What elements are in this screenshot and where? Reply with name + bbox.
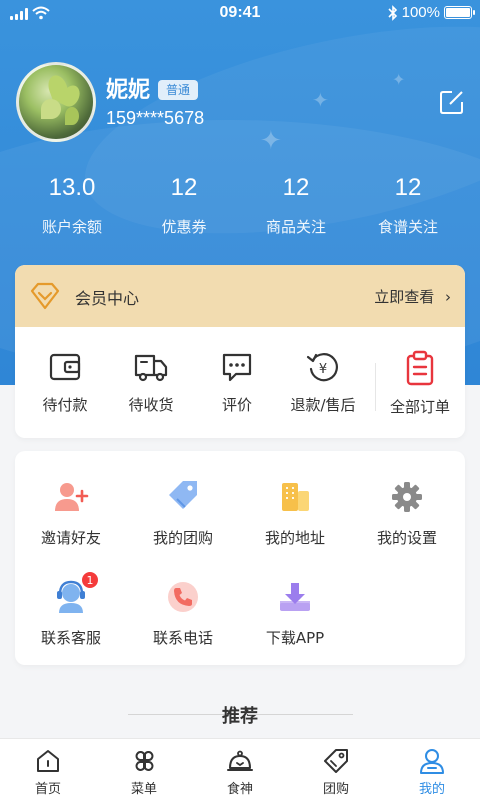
tool-label: 邀请好友 (40, 529, 101, 547)
battery-percent: 100% (401, 4, 440, 21)
tool-label: 我的设置 (376, 529, 437, 547)
download-icon (280, 583, 310, 611)
tab-mine[interactable]: 我的 (384, 747, 480, 797)
svg-text:¥: ¥ (319, 362, 327, 377)
order-all[interactable]: 全部订单 (375, 350, 465, 417)
gear-icon (392, 482, 422, 512)
order-refund[interactable]: ¥ 退款/售后 (278, 350, 368, 415)
tool-label: 联系客服 (40, 629, 101, 647)
user-icon (420, 749, 444, 774)
tool-invite-friends[interactable]: 邀请好友 (15, 477, 127, 548)
stat-label: 商品关注 (265, 218, 326, 236)
chevron-right-icon: › (445, 288, 451, 306)
stat-coupons[interactable]: 12 优惠券 (124, 172, 244, 237)
address-building-icon (282, 483, 309, 511)
tab-label: 菜单 (130, 782, 157, 797)
tool-label: 下载APP (265, 629, 325, 647)
tool-label: 我的地址 (264, 529, 325, 547)
chef-cloche-icon (227, 750, 253, 771)
sparkle-icon: ✦ (312, 88, 329, 112)
tab-label: 食神 (226, 782, 253, 797)
member-level-badge: 普通 (158, 80, 199, 100)
tool-my-address[interactable]: 我的地址 (239, 477, 351, 548)
group-buy-tag-icon (169, 481, 197, 509)
stat-recipe-follows[interactable]: 12 食谱关注 (348, 172, 468, 237)
orders-card: 会员中心 立即查看 › 待付款 待收货 评价 ¥ 退款/售后 全部订单 (15, 265, 465, 438)
order-label: 待付款 (42, 396, 88, 414)
tag-icon (324, 749, 348, 773)
tools-card: 邀请好友 我的团购 我的地址 我的设置 1 联系客服 联系电话 下载APP (15, 451, 465, 665)
phone-icon (168, 582, 198, 612)
comment-icon (222, 353, 252, 382)
tool-my-group-buy[interactable]: 我的团购 (127, 477, 239, 548)
tool-customer-service[interactable]: 1 联系客服 (15, 571, 127, 648)
order-review[interactable]: 评价 (192, 350, 282, 415)
tool-label: 联系电话 (152, 629, 213, 647)
order-pending-payment[interactable]: 待付款 (20, 350, 110, 415)
stat-label: 食谱关注 (377, 218, 438, 236)
stat-value: 12 (394, 174, 422, 201)
avatar[interactable] (16, 62, 96, 142)
tool-contact-phone[interactable]: 联系电话 (127, 577, 239, 648)
order-label: 评价 (221, 396, 252, 414)
status-bar: 09:41 100% (0, 0, 480, 28)
sparkle-icon: ✦ (392, 70, 406, 89)
tool-download-app[interactable]: 下载APP (239, 577, 351, 648)
edit-icon[interactable] (438, 88, 466, 116)
order-label: 全部订单 (389, 398, 450, 416)
account-stats: 13.0 账户余额 12 优惠券 12 商品关注 12 食谱关注 (0, 172, 480, 242)
tool-my-settings[interactable]: 我的设置 (351, 477, 463, 548)
stat-label: 账户余额 (41, 218, 102, 236)
stat-value: 12 (170, 174, 198, 201)
vip-view-link[interactable]: 立即查看 › (374, 286, 451, 307)
home-icon (37, 750, 59, 772)
status-right: 100% (388, 4, 475, 21)
truck-icon (134, 354, 168, 382)
stat-product-follows[interactable]: 12 商品关注 (236, 172, 356, 237)
menu-grid-icon (135, 751, 154, 771)
order-label: 待收货 (128, 396, 174, 414)
vip-center-bar[interactable]: 会员中心 立即查看 › (15, 265, 465, 327)
stat-value: 13.0 (48, 174, 96, 201)
tab-label: 团购 (322, 782, 349, 797)
tab-group-buy[interactable]: 团购 (288, 747, 384, 797)
bottom-tab-bar: 首页 菜单 食神 团购 我的 (0, 738, 480, 800)
user-name: 妮妮 (106, 78, 151, 103)
stat-label: 优惠券 (161, 218, 207, 236)
order-label: 退款/售后 (290, 396, 356, 414)
invite-friend-icon (55, 483, 89, 511)
stat-balance[interactable]: 13.0 账户余额 (12, 172, 132, 237)
wallet-icon (49, 353, 81, 381)
tab-label: 首页 (34, 782, 61, 797)
user-phone: 159****5678 (106, 108, 205, 128)
tab-menu[interactable]: 菜单 (96, 747, 192, 797)
bluetooth-icon (388, 4, 397, 21)
order-pending-receipt[interactable]: 待收货 (106, 350, 196, 415)
unread-badge: 1 (81, 571, 99, 589)
vip-view-label: 立即查看 (374, 288, 435, 306)
battery-icon (444, 6, 475, 19)
stat-value: 12 (282, 174, 310, 201)
sparkle-icon: ✦ (260, 126, 282, 156)
tool-label: 我的团购 (152, 529, 213, 547)
tab-label: 我的 (418, 782, 445, 797)
vip-title: 会员中心 (75, 289, 140, 308)
recommend-title: 推荐 (222, 706, 258, 727)
tab-chef[interactable]: 食神 (192, 747, 288, 797)
clipboard-icon (406, 350, 434, 386)
divider-line (248, 714, 353, 715)
diamond-icon (30, 282, 60, 310)
refund-icon: ¥ (306, 353, 338, 382)
recommend-section-header: 推荐 (0, 700, 480, 730)
tab-home[interactable]: 首页 (0, 747, 96, 797)
